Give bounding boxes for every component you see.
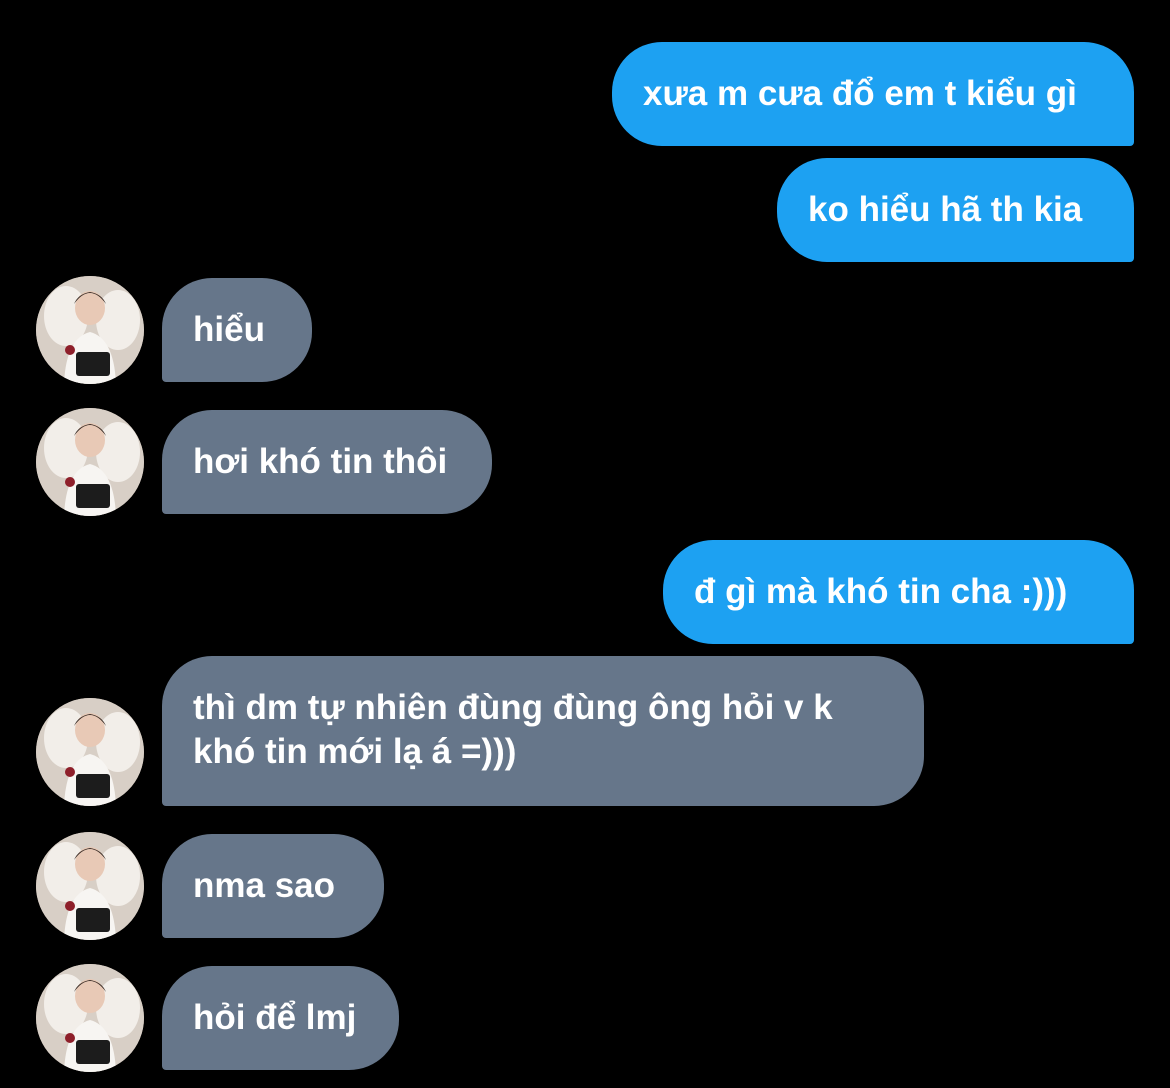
avatar-photo xyxy=(36,408,144,516)
message-bubble-incoming[interactable]: thì dm tự nhiên đùng đùng ông hỏi v k kh… xyxy=(162,656,924,806)
message-bubble-incoming[interactable]: hiểu xyxy=(162,278,312,382)
message-bubble-outgoing[interactable]: xưa m cưa đổ em t kiểu gì xyxy=(612,42,1134,146)
message-bubble-incoming[interactable]: hơi khó tin thôi xyxy=(162,410,492,514)
avatar[interactable] xyxy=(36,276,144,384)
avatar-photo xyxy=(36,698,144,806)
avatar-photo xyxy=(36,964,144,1072)
avatar[interactable] xyxy=(36,408,144,516)
avatar[interactable] xyxy=(36,698,144,806)
message-bubble-outgoing[interactable]: đ gì mà khó tin cha :))) xyxy=(663,540,1134,644)
message-bubble-incoming[interactable]: hỏi để lmj xyxy=(162,966,399,1070)
avatar[interactable] xyxy=(36,832,144,940)
avatar[interactable] xyxy=(36,964,144,1072)
avatar-photo xyxy=(36,832,144,940)
message-bubble-outgoing[interactable]: ko hiểu hã th kia xyxy=(777,158,1134,262)
message-bubble-incoming[interactable]: nma sao xyxy=(162,834,384,938)
avatar-photo xyxy=(36,276,144,384)
